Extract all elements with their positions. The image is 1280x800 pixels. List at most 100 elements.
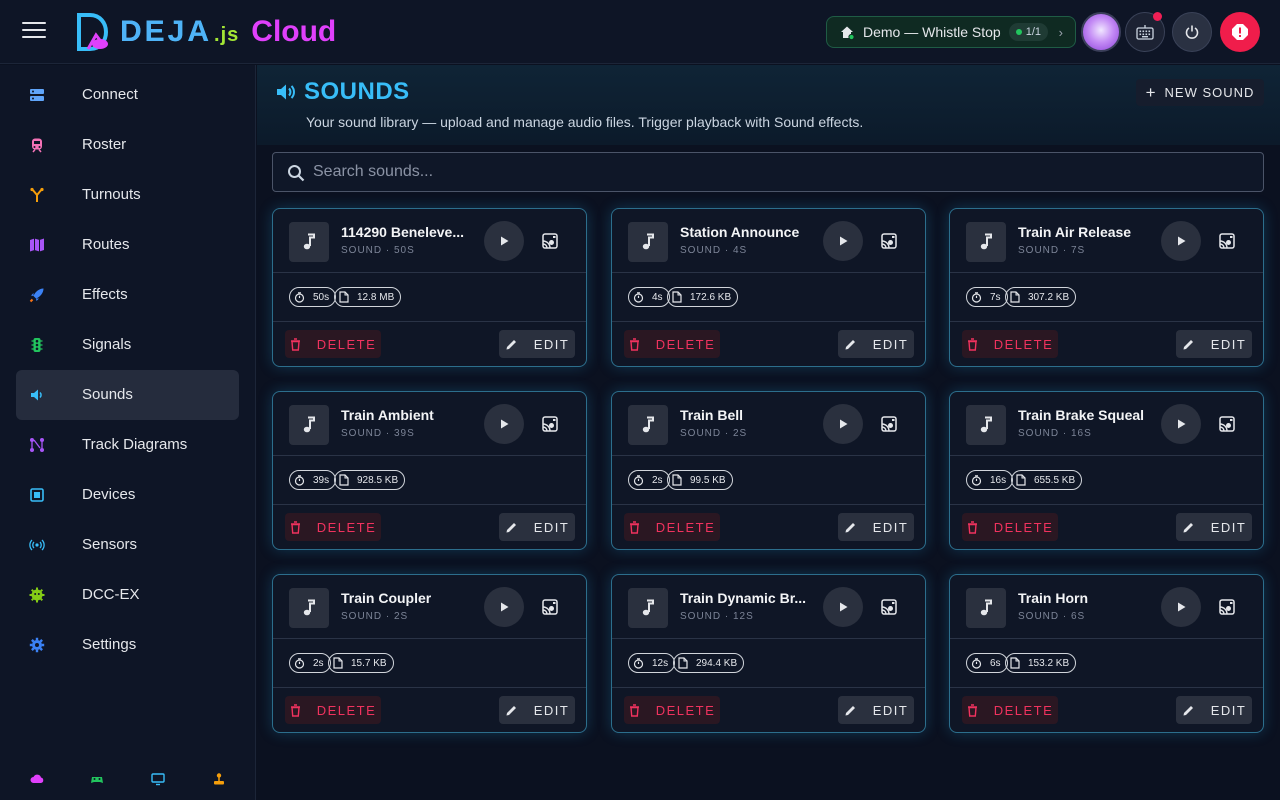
file-icon (339, 291, 353, 303)
power-icon (1185, 25, 1199, 39)
cast-audio-icon[interactable] (880, 415, 898, 433)
play-button[interactable] (823, 587, 863, 627)
cast-audio-icon[interactable] (1218, 232, 1236, 250)
cast-audio-icon[interactable] (880, 232, 898, 250)
search-box[interactable] (272, 152, 1264, 192)
edit-button[interactable]: EDIT (499, 696, 575, 724)
page-header: SOUNDS Your sound library — upload and m… (257, 65, 1280, 145)
play-button[interactable] (1161, 404, 1201, 444)
logo-deja-text: DEJA (120, 15, 213, 48)
search-input[interactable] (313, 153, 1253, 191)
play-button[interactable] (1161, 587, 1201, 627)
gamepad-icon[interactable] (90, 772, 104, 786)
delete-button[interactable]: DELETE (962, 513, 1058, 541)
timer-icon (294, 291, 309, 303)
edit-button[interactable]: EDIT (838, 696, 914, 724)
sidebar-item-roster[interactable]: Roster (16, 120, 239, 170)
sidebar-item-devices[interactable]: Devices (16, 470, 239, 520)
edit-button[interactable]: EDIT (1176, 330, 1252, 358)
cast-audio-icon[interactable] (1218, 598, 1236, 616)
play-button[interactable] (823, 404, 863, 444)
file-icon (1016, 474, 1030, 486)
main-content: SOUNDS Your sound library — upload and m… (257, 65, 1280, 800)
edit-button[interactable]: EDIT (499, 513, 575, 541)
cast-audio-icon[interactable] (880, 598, 898, 616)
music-note-icon (966, 405, 1006, 445)
sound-name: Train Coupler (341, 590, 432, 606)
edit-label: EDIT (872, 519, 909, 535)
sidebar-item-sensors[interactable]: Sensors (16, 520, 239, 570)
deja-logo-icon (76, 13, 112, 51)
sidebar-item-turnouts[interactable]: Turnouts (16, 170, 239, 220)
sidebar-item-sounds[interactable]: Sounds (16, 370, 239, 420)
play-icon (498, 235, 510, 247)
user-avatar-button[interactable] (1081, 12, 1121, 52)
emergency-stop-button[interactable] (1220, 12, 1260, 52)
delete-button[interactable]: DELETE (285, 513, 381, 541)
sound-card: Train Bell SOUND · 2S 2s 99.5 KB DELETE (611, 391, 926, 550)
timer-icon (971, 657, 986, 669)
monitor-icon[interactable] (151, 772, 165, 786)
new-sound-button[interactable]: + NEW SOUND (1136, 79, 1264, 106)
sidebar-item-connect[interactable]: Connect (16, 70, 239, 120)
delete-button[interactable]: DELETE (624, 696, 720, 724)
page-title: SOUNDS (304, 78, 410, 105)
sound-meta: SOUND · 12S (680, 611, 754, 622)
duration-chip: 6s (966, 653, 1008, 673)
layout-count-badge: 1/1 (1008, 23, 1049, 41)
play-button[interactable] (484, 587, 524, 627)
delete-button[interactable]: DELETE (624, 330, 720, 358)
edit-button[interactable]: EDIT (838, 330, 914, 358)
delete-button[interactable]: DELETE (962, 696, 1058, 724)
sidebar-item-effects[interactable]: Effects (16, 270, 239, 320)
duration-chip: 4s (628, 287, 670, 307)
sound-name: Train Ambient (341, 407, 434, 423)
pencil-icon (844, 338, 865, 351)
sidebar-item-label: Devices (82, 486, 136, 503)
power-button[interactable] (1172, 12, 1212, 52)
train-icon (29, 137, 45, 153)
delete-button[interactable]: DELETE (285, 330, 381, 358)
file-icon (672, 474, 686, 486)
file-size-chip: 172.6 KB (667, 287, 739, 307)
sidebar-item-signals[interactable]: Signals (16, 320, 239, 370)
cast-audio-icon[interactable] (1218, 415, 1236, 433)
cast-audio-icon[interactable] (541, 415, 559, 433)
pencil-icon (505, 338, 526, 351)
edit-button[interactable]: EDIT (1176, 513, 1252, 541)
play-button[interactable] (1161, 221, 1201, 261)
layout-selector[interactable]: Demo — Whistle Stop 1/1 › (826, 16, 1076, 48)
app-logo[interactable]: DEJA .js Cloud (76, 12, 336, 52)
play-button[interactable] (484, 221, 524, 261)
delete-button[interactable]: DELETE (624, 513, 720, 541)
sidebar-item-dcc-ex[interactable]: DCC-EX (16, 570, 239, 620)
delete-button[interactable]: DELETE (962, 330, 1058, 358)
play-icon (837, 418, 849, 430)
joystick-icon[interactable] (212, 772, 226, 786)
edit-button[interactable]: EDIT (499, 330, 575, 358)
speaker-icon (29, 387, 45, 403)
play-button[interactable] (484, 404, 524, 444)
sound-meta: SOUND · 39S (341, 428, 415, 439)
edit-button[interactable]: EDIT (1176, 696, 1252, 724)
throttle-keypad-button[interactable] (1125, 12, 1165, 52)
sidebar-item-label: Sensors (82, 536, 138, 553)
sidebar-item-routes[interactable]: Routes (16, 220, 239, 270)
edit-button[interactable]: EDIT (838, 513, 914, 541)
duration-chip: 39s (289, 470, 337, 490)
alert-octagon-icon (1232, 24, 1248, 40)
cast-audio-icon[interactable] (541, 598, 559, 616)
layout-count: 1/1 (1025, 26, 1042, 38)
cloud-icon[interactable] (30, 772, 44, 786)
play-button[interactable] (823, 221, 863, 261)
sidebar-item-track-diagrams[interactable]: Track Diagrams (16, 420, 239, 470)
delete-button[interactable]: DELETE (285, 696, 381, 724)
duration-value: 6s (990, 657, 1001, 669)
cast-audio-icon[interactable] (541, 232, 559, 250)
timer-icon (633, 474, 648, 486)
sidebar-item-label: Turnouts (82, 186, 141, 203)
edit-label: EDIT (1210, 702, 1247, 718)
menu-icon[interactable] (22, 22, 46, 42)
sound-card-header: Train Bell SOUND · 2S (612, 392, 925, 456)
sidebar-item-settings[interactable]: Settings (16, 620, 239, 670)
